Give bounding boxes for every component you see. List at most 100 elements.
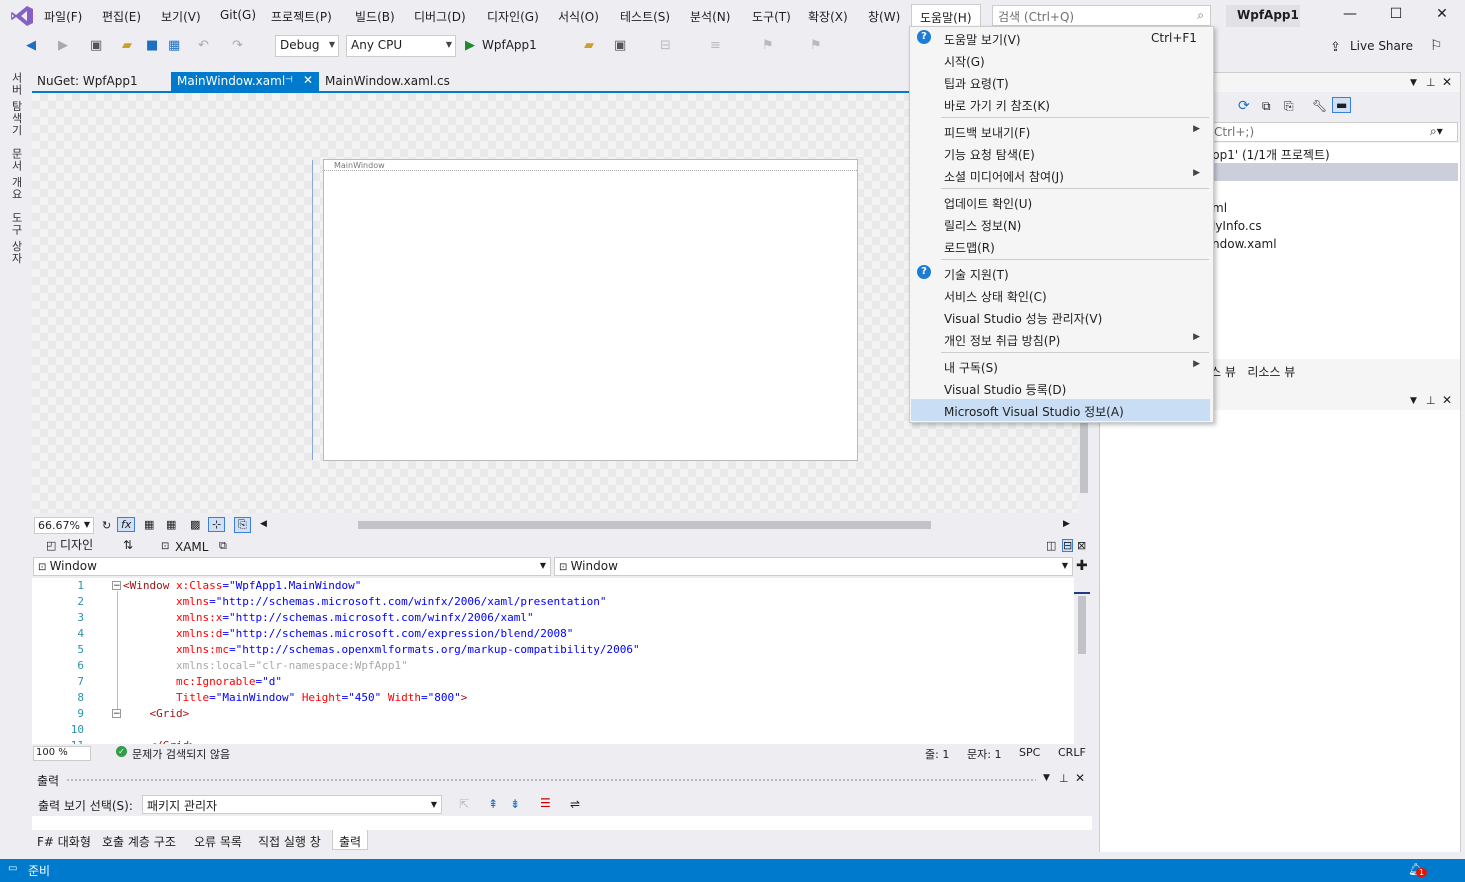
go-to-location-icon[interactable]: ⇱ [459,797,469,811]
snap-grid-icon[interactable]: ▦ [166,518,176,531]
swap-panes-icon[interactable]: ⇅ [123,538,133,552]
tab-call-hierarchy[interactable]: 호출 계층 구조 [102,833,176,850]
help-menu-item-13[interactable]: 개인 정보 취급 방침(P) ▶ [911,328,1210,350]
menu-0[interactable]: 파일(F) [44,8,82,25]
menu-4[interactable]: 프로젝트(P) [271,8,332,25]
code-line[interactable]: xmlns:local="clr-namespace:WpfApp1" [123,659,408,672]
format-icon[interactable]: ⊟ [660,38,671,53]
chevron-down-icon[interactable]: ▼ [1410,396,1417,406]
tree-item[interactable]: lyInfo.cs [1212,219,1262,233]
side-tab-document-outline[interactable]: 문서 개요 [8,148,24,201]
help-menu-item-16[interactable]: Microsoft Visual Studio 정보(A) [911,399,1210,421]
solution-root[interactable]: pp1' (1/1개 프로젝트) [1212,146,1330,163]
clear-all-icon[interactable]: ☰ [540,796,551,810]
menu-1[interactable]: 편집(E) [102,8,141,25]
menu-11[interactable]: 도구(T) [752,8,791,25]
scroll-thumb[interactable] [1078,596,1086,654]
tab-output[interactable]: 출력 [332,830,369,850]
tab-mainwindow-xaml-cs[interactable]: MainWindow.xaml.cs [319,72,456,92]
side-tab-server-explorer[interactable]: 서버 탐색기 [8,72,24,137]
back-icon[interactable]: ◀ [26,38,36,53]
help-menu-item-6[interactable]: 소셜 미디어에서 참여(J) ▶ [911,164,1210,186]
close-icon[interactable]: ✕ [1075,771,1085,785]
output-source-dropdown[interactable]: 패키지 관리자 ▼ [142,795,442,814]
line-ending[interactable]: CRLF [1058,746,1086,759]
refresh-icon[interactable]: ↻ [102,519,111,532]
code-line[interactable]: xmlns:mc="http://schemas.openxmlformats.… [123,643,640,656]
new-project-icon[interactable]: ▣ [90,38,102,53]
code-line[interactable]: xmlns="http://schemas.microsoft.com/winf… [123,595,606,608]
find-files-icon[interactable]: ▰ [584,38,594,53]
code-line[interactable]: xmlns:d="http://schemas.microsoft.com/ex… [123,627,573,640]
solution-panel-tabs[interactable]: 스 뷰 리소스 뷰 [1210,363,1295,380]
close-tab-icon[interactable]: ✕ [303,73,313,87]
help-menu-item-4[interactable]: 피드백 보내기(F) ▶ [911,120,1210,142]
menu-6[interactable]: 디버그(D) [414,8,466,25]
panel-grip[interactable] [66,778,1036,782]
tree-item[interactable]: ml [1212,201,1227,215]
comment-icon[interactable]: ≡ [710,38,721,53]
split-editor-icon[interactable]: ✚ [1076,558,1088,574]
wpf-window-preview[interactable]: MainWindow [323,159,858,461]
start-button-label[interactable]: WpfApp1 [482,38,537,52]
wrench-icon[interactable]: 🔧︎ [1312,99,1327,113]
search-icon[interactable]: ⌕▾ [1430,124,1443,139]
menu-9[interactable]: 테스트(S) [620,8,670,25]
config-dropdown[interactable]: Debug ▼ [275,35,339,57]
project-code-icon[interactable]: ⎘ [234,517,251,533]
menu-3[interactable]: Git(G) [220,8,256,22]
tab-xaml[interactable]: XAML [175,540,208,554]
scroll-right-icon[interactable]: ▶ [1063,519,1070,529]
help-menu-item-9[interactable]: 로드맵(R) [911,235,1210,257]
popout-icon[interactable]: ⧉ [219,539,227,553]
menu-10[interactable]: 분석(N) [690,8,730,25]
platform-dropdown[interactable]: Any CPU ▼ [346,35,456,57]
live-share-button[interactable]: Live Share [1350,39,1413,53]
tab-error-list[interactable]: 오류 목록 [194,833,242,850]
help-menu-item-7[interactable]: 업데이트 확인(U) [911,191,1210,213]
menu-2[interactable]: 보기(V) [161,8,201,25]
help-menu-item-1[interactable]: 시작(G) [911,49,1210,71]
minimize-button[interactable]: — [1338,6,1362,22]
code-line[interactable]: Title="MainWindow" Height="450" Width="8… [123,691,467,704]
word-wrap-icon[interactable]: ⇌ [570,797,580,811]
tab-fsharp-interactive[interactable]: F# 대화형 [37,833,91,850]
close-icon[interactable]: ✕ [1442,393,1452,407]
side-tab-toolbox[interactable]: 도구 상자 [8,212,24,265]
tab-immediate-window[interactable]: 직접 실행 창 [258,833,321,850]
bookmark-next-icon[interactable]: ⚑ [810,38,822,53]
save-all-icon[interactable]: ▦ [168,38,180,53]
pin-icon[interactable]: ⊥ [1059,772,1069,785]
menu-12[interactable]: 확장(X) [808,8,848,25]
show-all-files-icon[interactable]: ⎘ [1284,99,1294,114]
spacing-mode[interactable]: SPC [1019,746,1040,759]
snap-lines-icon[interactable]: ⊹ [208,517,226,532]
menu-7[interactable]: 디자인(G) [487,8,539,25]
tab-nuget[interactable]: NuGet: WpfApp1 [31,72,144,92]
grid-icon[interactable]: ▦ [144,518,154,531]
collapse-all-icon[interactable]: ⧉ [1262,99,1271,114]
member-combo[interactable]: ⊡ Window ▼ [554,557,1073,576]
issues-status[interactable]: 문제가 검색되지 않음 [132,746,230,762]
tab-mainwindow-xaml[interactable]: MainWindow.xaml ⊣ ✕ [171,72,319,92]
output-text-area[interactable] [32,816,1092,830]
chevron-down-icon[interactable]: ▼ [1043,773,1050,783]
horizontal-split-icon[interactable]: ⊟ [1062,539,1074,552]
pin-icon[interactable]: ⊣ [285,75,293,85]
editor-zoom-dropdown[interactable]: 100 % [33,746,91,761]
code-line[interactable]: xmlns:x="http://schemas.microsoft.com/wi… [123,611,534,624]
scroll-left-icon[interactable]: ◀ [260,519,267,529]
effects-icon[interactable]: fx [117,517,136,532]
menu-13[interactable]: 창(W) [868,8,900,25]
designer-horizontal-scrollbar[interactable] [358,521,931,529]
bookmark-icon[interactable]: ⚑ [762,38,774,53]
help-menu-item-14[interactable]: 내 구독(S) ▶ [911,355,1210,377]
help-menu-item-10[interactable]: ? 기술 지원(T) [911,262,1210,284]
chevron-down-icon[interactable]: ▼ [1410,78,1417,88]
artboard-icon[interactable]: ▩ [190,518,200,531]
help-menu-item-11[interactable]: 서비스 상태 확인(C) [911,284,1210,306]
help-menu-item-8[interactable]: 릴리스 정보(N) [911,213,1210,235]
pin-icon[interactable]: ⊥ [1426,76,1436,89]
help-menu-item-12[interactable]: Visual Studio 성능 관리자(V) [911,306,1210,328]
code-line[interactable]: <Window x:Class="WpfApp1.MainWindow" [123,579,361,592]
